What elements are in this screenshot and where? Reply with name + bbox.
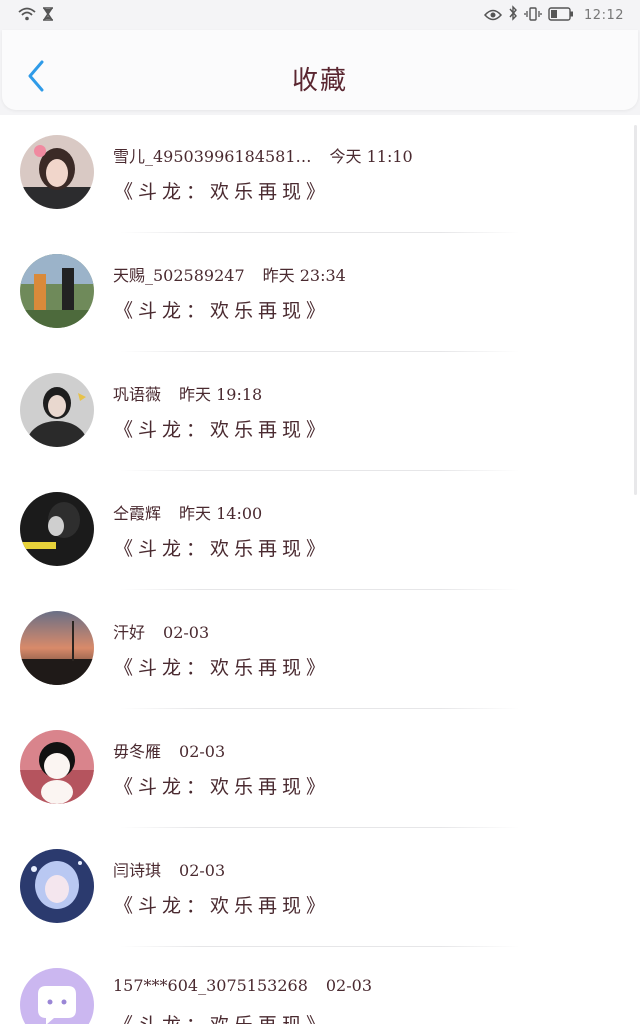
- list-item[interactable]: 天赐_502589247 昨天 23:34 《斗龙：欢乐再现》: [0, 234, 640, 353]
- work-title[interactable]: 《斗龙：欢乐再现》: [114, 534, 330, 561]
- user-name: 157***604_3075153268: [113, 976, 308, 995]
- bluetooth-icon: [508, 5, 518, 25]
- divider: [120, 470, 520, 471]
- item-date: 昨天 14:00: [179, 504, 263, 523]
- item-meta: 雪儿_49503996184581… 今天 11:10: [113, 143, 413, 167]
- work-title[interactable]: 《斗龙：欢乐再现》: [114, 296, 330, 323]
- divider: [120, 351, 520, 352]
- work-title[interactable]: 《斗龙：欢乐再现》: [114, 415, 330, 442]
- user-name: 闫诗琪: [113, 861, 162, 880]
- wifi-icon: [18, 6, 36, 25]
- item-meta: 巩语薇 昨天 19:18: [113, 381, 262, 405]
- work-title[interactable]: 《斗龙：欢乐再现》: [114, 177, 330, 204]
- user-name: 汗好: [113, 623, 146, 642]
- status-time: 12:12: [584, 7, 624, 23]
- divider: [120, 232, 520, 233]
- user-name: 毋冬雁: [113, 742, 162, 761]
- item-date: 02-03: [163, 623, 210, 642]
- battery-icon: [548, 6, 574, 25]
- avatar[interactable]: [20, 849, 94, 923]
- divider: [120, 946, 520, 947]
- item-date: 02-03: [179, 861, 226, 880]
- work-title[interactable]: 《斗龙：欢乐再现》: [114, 772, 330, 799]
- list-item[interactable]: 巩语薇 昨天 19:18 《斗龙：欢乐再现》: [0, 353, 640, 472]
- work-title[interactable]: 《斗龙：欢乐再现》: [114, 1010, 330, 1024]
- divider: [120, 589, 520, 590]
- item-meta: 毋冬雁 02-03: [113, 738, 225, 762]
- status-bar: 12:12: [0, 0, 640, 30]
- user-name: 雪儿_49503996184581…: [113, 147, 312, 166]
- avatar[interactable]: [20, 492, 94, 566]
- user-name: 巩语薇: [113, 385, 162, 404]
- work-title[interactable]: 《斗龙：欢乐再现》: [114, 653, 330, 680]
- divider: [120, 708, 520, 709]
- list-item[interactable]: 仝霞辉 昨天 14:00 《斗龙：欢乐再现》: [0, 472, 640, 591]
- avatar[interactable]: [20, 135, 94, 209]
- favorites-list: 雪儿_49503996184581… 今天 11:10 《斗龙：欢乐再现》 天赐_…: [0, 115, 640, 1024]
- item-date: 昨天 23:34: [262, 266, 346, 285]
- list-item[interactable]: 雪儿_49503996184581… 今天 11:10 《斗龙：欢乐再现》: [0, 115, 640, 234]
- list-item[interactable]: 毋冬雁 02-03 《斗龙：欢乐再现》: [0, 710, 640, 829]
- list-item[interactable]: 闫诗琪 02-03 《斗龙：欢乐再现》: [0, 829, 640, 948]
- item-date: 今天 11:10: [329, 147, 413, 166]
- item-date: 02-03: [325, 976, 372, 995]
- list-item[interactable]: 汗好 02-03 《斗龙：欢乐再现》: [0, 591, 640, 710]
- user-name: 仝霞辉: [113, 504, 162, 523]
- divider: [120, 827, 520, 828]
- item-meta: 闫诗琪 02-03: [113, 857, 225, 881]
- header-bar: 收藏: [2, 30, 638, 110]
- avatar[interactable]: [20, 611, 94, 685]
- avatar[interactable]: [20, 968, 94, 1024]
- item-meta: 天赐_502589247 昨天 23:34: [113, 262, 346, 286]
- list-item[interactable]: 157***604_3075153268 02-03 《斗龙：欢乐再现》: [0, 948, 640, 1024]
- item-date: 昨天 19:18: [179, 385, 263, 404]
- avatar[interactable]: [20, 254, 94, 328]
- item-meta: 仝霞辉 昨天 14:00: [113, 500, 262, 524]
- page-title: 收藏: [291, 66, 348, 96]
- hourglass-icon: [42, 6, 54, 25]
- item-date: 02-03: [179, 742, 226, 761]
- eye-icon: [484, 6, 503, 25]
- vibrate-icon: [524, 6, 542, 25]
- scrollbar[interactable]: [634, 125, 637, 495]
- item-meta: 157***604_3075153268 02-03: [113, 976, 372, 995]
- work-title[interactable]: 《斗龙：欢乐再现》: [114, 891, 330, 918]
- item-meta: 汗好 02-03: [113, 619, 209, 643]
- avatar[interactable]: [20, 373, 94, 447]
- avatar[interactable]: [20, 730, 94, 804]
- user-name: 天赐_502589247: [113, 266, 245, 285]
